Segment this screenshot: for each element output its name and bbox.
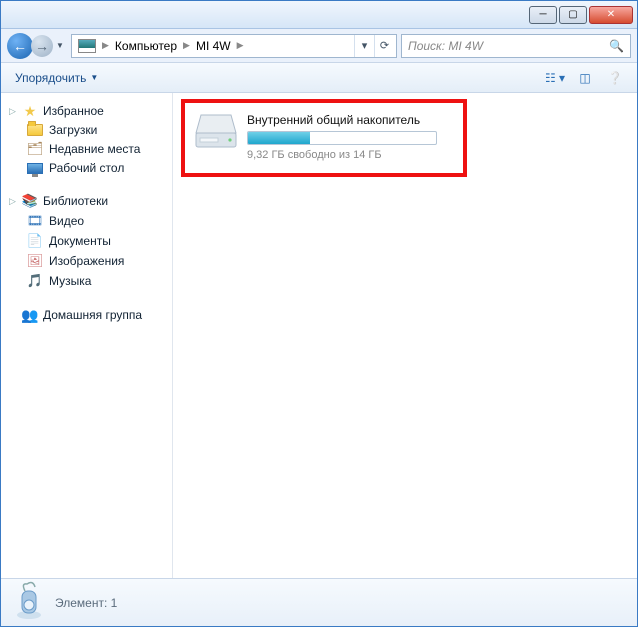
search-box[interactable]: Поиск: MI 4W 🔍 — [401, 34, 631, 58]
titlebar: ─ ▢ ✕ — [1, 1, 637, 29]
sidebar-homegroup-header[interactable]: ▷ 👥 Домашняя группа — [5, 305, 168, 325]
forward-button[interactable]: → — [31, 35, 53, 57]
documents-icon: 📄 — [27, 233, 43, 249]
search-placeholder: Поиск: MI 4W — [408, 39, 483, 53]
nav-row: ← → ▼ ▶ Компьютер ▶ MI 4W ▶ ▾ ⟳ Поиск: M… — [1, 29, 637, 63]
content-pane[interactable]: Внутренний общий накопитель 9,32 ГБ своб… — [173, 93, 637, 578]
back-button[interactable]: ← — [7, 33, 33, 59]
view-options-button[interactable]: ☷ ▾ — [541, 67, 569, 89]
video-icon: 🎞 — [27, 213, 43, 229]
sidebar-item-downloads[interactable]: Загрузки — [5, 121, 168, 139]
music-icon: 🎵 — [27, 273, 43, 289]
libraries-icon: 📚 — [22, 193, 38, 209]
sidebar-item-desktop[interactable]: Рабочий стол — [5, 159, 168, 177]
drive-freespace: 9,32 ГБ свободно из 14 ГБ — [247, 149, 453, 161]
explorer-window: ─ ▢ ✕ ← → ▼ ▶ Компьютер ▶ MI 4W ▶ ▾ ⟳ По… — [0, 0, 638, 627]
address-actions: ▾ ⟳ — [354, 35, 394, 57]
sidebar-item-label: Загрузки — [49, 123, 97, 137]
breadcrumb-sep: ▶ — [181, 40, 192, 51]
location-icon — [78, 39, 96, 53]
sidebar-group-homegroup: ▷ 👥 Домашняя группа — [5, 305, 168, 325]
help-button[interactable]: ❔ — [601, 67, 629, 89]
statusbar: Элемент: 1 — [1, 578, 637, 626]
status-text: Элемент: 1 — [55, 596, 117, 610]
close-button[interactable]: ✕ — [589, 6, 633, 24]
drive-name: Внутренний общий накопитель — [247, 113, 453, 127]
device-icon — [13, 581, 45, 624]
storage-progress-fill — [248, 132, 310, 144]
toolbar: Упорядочить ▼ ☷ ▾ ◫ ❔ — [1, 63, 637, 93]
drive-info: Внутренний общий накопитель 9,32 ГБ своб… — [247, 113, 453, 161]
breadcrumb-sep: ▶ — [100, 40, 111, 51]
search-icon[interactable]: 🔍 — [609, 39, 624, 53]
collapse-icon: ▷ — [9, 106, 17, 117]
body: ▷ ★ Избранное Загрузки 🗂 Недавние места … — [1, 93, 637, 578]
sidebar-item-pictures[interactable]: 🖼 Изображения — [5, 251, 168, 271]
chevron-down-icon: ▼ — [90, 73, 98, 82]
pictures-icon: 🖼 — [27, 253, 43, 269]
crumb-computer[interactable]: Компьютер — [111, 35, 181, 57]
preview-pane-button[interactable]: ◫ — [571, 67, 599, 89]
sidebar-group-libraries: ▷ 📚 Библиотеки 🎞 Видео 📄 Документы 🖼 Изо… — [5, 191, 168, 291]
breadcrumb-sep: ▶ — [235, 40, 246, 51]
sidebar-item-label: Документы — [49, 234, 111, 248]
sidebar-item-label: Изображения — [49, 254, 124, 268]
toolbar-right: ☷ ▾ ◫ ❔ — [541, 67, 629, 89]
storage-progress — [247, 131, 437, 145]
sidebar-item-documents[interactable]: 📄 Документы — [5, 231, 168, 251]
star-icon: ★ — [22, 103, 38, 119]
sidebar-item-label: Недавние места — [49, 142, 140, 156]
drive-icon — [195, 113, 237, 151]
drive-item[interactable]: Внутренний общий накопитель 9,32 ГБ своб… — [181, 99, 467, 177]
favorites-label: Избранное — [43, 104, 104, 118]
sidebar: ▷ ★ Избранное Загрузки 🗂 Недавние места … — [1, 93, 173, 578]
sidebar-item-label: Музыка — [49, 274, 91, 288]
homegroup-icon: 👥 — [22, 307, 38, 323]
sidebar-item-video[interactable]: 🎞 Видео — [5, 211, 168, 231]
crumb-current[interactable]: MI 4W — [192, 35, 235, 57]
sidebar-item-recent[interactable]: 🗂 Недавние места — [5, 139, 168, 159]
sidebar-libraries-header[interactable]: ▷ 📚 Библиотеки — [5, 191, 168, 211]
address-dropdown[interactable]: ▾ — [354, 35, 374, 57]
minimize-button[interactable]: ─ — [529, 6, 557, 24]
sidebar-item-music[interactable]: 🎵 Музыка — [5, 271, 168, 291]
folder-icon — [27, 124, 43, 136]
collapse-icon: ▷ — [9, 196, 17, 207]
recent-icon: 🗂 — [27, 141, 43, 157]
homegroup-label: Домашняя группа — [43, 308, 142, 322]
libraries-label: Библиотеки — [43, 194, 108, 208]
desktop-icon — [27, 163, 43, 174]
sidebar-favorites-header[interactable]: ▷ ★ Избранное — [5, 101, 168, 121]
refresh-button[interactable]: ⟳ — [374, 35, 394, 57]
organize-label: Упорядочить — [15, 71, 86, 85]
organize-button[interactable]: Упорядочить ▼ — [9, 68, 104, 88]
maximize-button[interactable]: ▢ — [559, 6, 587, 24]
nav-buttons: ← → ▼ — [7, 32, 67, 60]
sidebar-item-label: Рабочий стол — [49, 161, 124, 175]
nav-history-dropdown[interactable]: ▼ — [53, 33, 67, 59]
sidebar-group-favorites: ▷ ★ Избранное Загрузки 🗂 Недавние места … — [5, 101, 168, 177]
sidebar-item-label: Видео — [49, 214, 84, 228]
address-bar[interactable]: ▶ Компьютер ▶ MI 4W ▶ ▾ ⟳ — [71, 34, 397, 58]
